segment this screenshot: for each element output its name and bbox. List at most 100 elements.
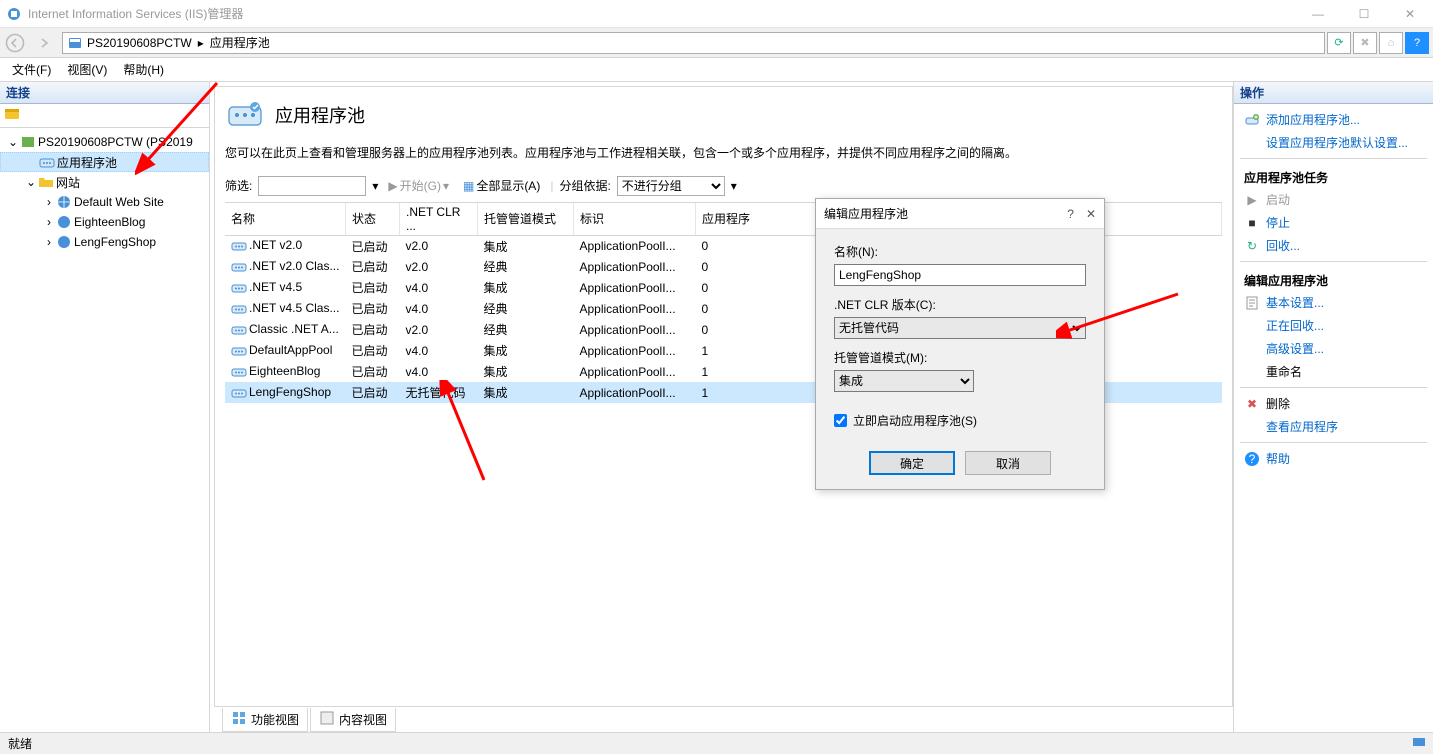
help-icon: ? bbox=[1244, 451, 1260, 467]
edit-apppool-dialog: 编辑应用程序池 ? ✕ 名称(N): .NET CLR 版本(C): 无托管代码… bbox=[815, 198, 1105, 490]
stop-icon[interactable]: ✖ bbox=[1353, 32, 1377, 54]
chevron-down-icon[interactable]: ⌄ bbox=[6, 135, 20, 149]
tab-features[interactable]: 功能视图 bbox=[222, 708, 308, 732]
cancel-button[interactable]: 取消 bbox=[965, 451, 1051, 475]
dialog-titlebar[interactable]: 编辑应用程序池 ? ✕ bbox=[816, 199, 1104, 229]
edit-section: 编辑应用程序池 bbox=[1234, 266, 1433, 291]
dropdown-icon[interactable]: ▾ bbox=[372, 179, 378, 193]
action-rename[interactable]: 重命名 bbox=[1234, 360, 1433, 383]
name-field[interactable] bbox=[834, 264, 1086, 286]
breadcrumb-section: 应用程序池 bbox=[210, 34, 270, 51]
dropdown-icon: ▾ bbox=[443, 179, 449, 193]
chevron-right-icon[interactable]: › bbox=[42, 195, 56, 209]
home-icon[interactable]: ⌂ bbox=[1379, 32, 1403, 54]
start-button[interactable]: ▶ 开始(G) ▾ bbox=[384, 175, 453, 197]
page-description: 您可以在此页上查看和管理服务器上的应用程序池列表。应用程序池与工作进程相关联，包… bbox=[225, 145, 1222, 162]
chevron-down-icon[interactable]: ⌄ bbox=[24, 175, 38, 189]
grid-toolbar: 筛选: ▾ ▶ 开始(G) ▾ ▦ 全部显示(A) | 分组依据: 不进行分组 … bbox=[225, 174, 1222, 198]
groupby-label: 分组依据: bbox=[559, 177, 610, 194]
autostart-checkbox[interactable] bbox=[834, 414, 847, 427]
app-icon bbox=[6, 6, 22, 22]
col-identity[interactable]: 标识 bbox=[573, 203, 695, 236]
apppool-icon bbox=[231, 280, 247, 296]
action-stop[interactable]: ■ 停止 bbox=[1234, 211, 1433, 234]
col-clr[interactable]: .NET CLR ... bbox=[399, 203, 477, 236]
minimize-button[interactable]: — bbox=[1295, 0, 1341, 28]
apppool-icon bbox=[231, 259, 247, 275]
action-advanced[interactable]: 高级设置... bbox=[1234, 337, 1433, 360]
col-pipeline[interactable]: 托管管道模式 bbox=[477, 203, 573, 236]
close-button[interactable]: ✕ bbox=[1387, 0, 1433, 28]
col-state[interactable]: 状态 bbox=[345, 203, 399, 236]
action-view-apps[interactable]: 查看应用程序 bbox=[1234, 415, 1433, 438]
apppool-icon bbox=[231, 385, 247, 401]
play-icon: ▶ bbox=[1244, 192, 1260, 208]
connections-tree: ⌄ PS20190608PCTW (PS2019 应用程序池 ⌄ 网站 › De… bbox=[0, 128, 209, 732]
menu-file[interactable]: 文件(F) bbox=[12, 61, 51, 78]
apppool-icon bbox=[231, 343, 247, 359]
grid-icon: ▦ bbox=[463, 179, 474, 193]
help-nav-icon[interactable]: ? bbox=[1405, 32, 1429, 54]
apppool-icon bbox=[231, 322, 247, 338]
globe-icon bbox=[56, 234, 72, 250]
action-delete[interactable]: ✖ 删除 bbox=[1234, 392, 1433, 415]
clr-select[interactable]: 无托管代码 bbox=[834, 317, 1086, 339]
refresh-icon[interactable]: ⟳ bbox=[1327, 32, 1351, 54]
action-defaults[interactable]: 设置应用程序池默认设置... bbox=[1234, 131, 1433, 154]
tree-site-label: LengFengShop bbox=[74, 235, 156, 249]
show-all-button[interactable]: ▦ 全部显示(A) bbox=[459, 175, 544, 197]
autostart-check[interactable]: 立即启动应用程序池(S) bbox=[834, 412, 1086, 429]
breadcrumb[interactable]: PS20190608PCTW ▸ 应用程序池 bbox=[62, 32, 1325, 54]
features-icon bbox=[231, 710, 247, 729]
filter-input[interactable] bbox=[258, 176, 366, 196]
action-recycling[interactable]: 正在回收... bbox=[1234, 314, 1433, 337]
name-label: 名称(N): bbox=[834, 243, 1086, 260]
page-title: 应用程序池 bbox=[275, 102, 365, 128]
globe-icon bbox=[56, 214, 72, 230]
dialog-title-text: 编辑应用程序池 bbox=[824, 205, 908, 222]
maximize-button[interactable]: ☐ bbox=[1341, 0, 1387, 28]
globe-icon bbox=[56, 194, 72, 210]
pipeline-select[interactable]: 集成 bbox=[834, 370, 974, 392]
document-icon bbox=[1244, 295, 1260, 311]
tasks-section: 应用程序池任务 bbox=[1234, 163, 1433, 188]
tree-site-label: EighteenBlog bbox=[74, 215, 145, 229]
connect-icon[interactable] bbox=[4, 106, 20, 125]
action-recycle[interactable]: ↻ 回收... bbox=[1234, 234, 1433, 257]
action-basic[interactable]: 基本设置... bbox=[1234, 291, 1433, 314]
apppool-icon bbox=[231, 364, 247, 380]
chevron-right-icon[interactable]: › bbox=[42, 215, 56, 229]
groupby-select[interactable]: 不进行分组 bbox=[617, 176, 725, 196]
svg-text:?: ? bbox=[1249, 452, 1256, 466]
connections-panel: 连接 ⌄ PS20190608PCTW (PS2019 应用程序池 ⌄ 网站 bbox=[0, 82, 210, 732]
dialog-help-icon[interactable]: ? bbox=[1067, 207, 1074, 221]
tree-site-eighteen[interactable]: › EighteenBlog bbox=[0, 212, 209, 232]
folder-icon bbox=[38, 174, 54, 190]
server-icon bbox=[67, 35, 83, 51]
tree-site-lengfeng[interactable]: › LengFengShop bbox=[0, 232, 209, 252]
action-add-pool[interactable]: 添加应用程序池... bbox=[1234, 108, 1433, 131]
view-tabs: 功能视图 内容视图 bbox=[214, 706, 1233, 732]
ok-button[interactable]: 确定 bbox=[869, 451, 955, 475]
dialog-close-icon[interactable]: ✕ bbox=[1086, 207, 1096, 221]
config-icon[interactable] bbox=[1411, 734, 1427, 753]
col-name[interactable]: 名称 bbox=[225, 203, 345, 236]
action-help[interactable]: ? 帮助 bbox=[1234, 447, 1433, 470]
tree-site-default[interactable]: › Default Web Site bbox=[0, 192, 209, 212]
breadcrumb-sep: ▸ bbox=[198, 36, 204, 50]
tab-content[interactable]: 内容视图 bbox=[310, 708, 396, 732]
forward-button[interactable] bbox=[30, 28, 60, 58]
tree-sites[interactable]: ⌄ 网站 bbox=[0, 172, 209, 192]
back-button[interactable] bbox=[0, 28, 30, 58]
dropdown-icon[interactable]: ▾ bbox=[731, 179, 737, 193]
chevron-right-icon[interactable]: › bbox=[42, 235, 56, 249]
menu-view[interactable]: 视图(V) bbox=[67, 61, 107, 78]
action-start[interactable]: ▶ 启动 bbox=[1234, 188, 1433, 211]
apppool-large-icon bbox=[225, 95, 265, 135]
actions-panel: 操作 添加应用程序池... 设置应用程序池默认设置... 应用程序池任务 ▶ 启… bbox=[1233, 82, 1433, 732]
pipeline-label: 托管管道模式(M): bbox=[834, 349, 1086, 366]
recycle-icon: ↻ bbox=[1244, 238, 1260, 254]
titlebar: Internet Information Services (IIS)管理器 —… bbox=[0, 0, 1433, 28]
apppool-icon bbox=[231, 301, 247, 317]
apppool-icon bbox=[39, 154, 55, 170]
